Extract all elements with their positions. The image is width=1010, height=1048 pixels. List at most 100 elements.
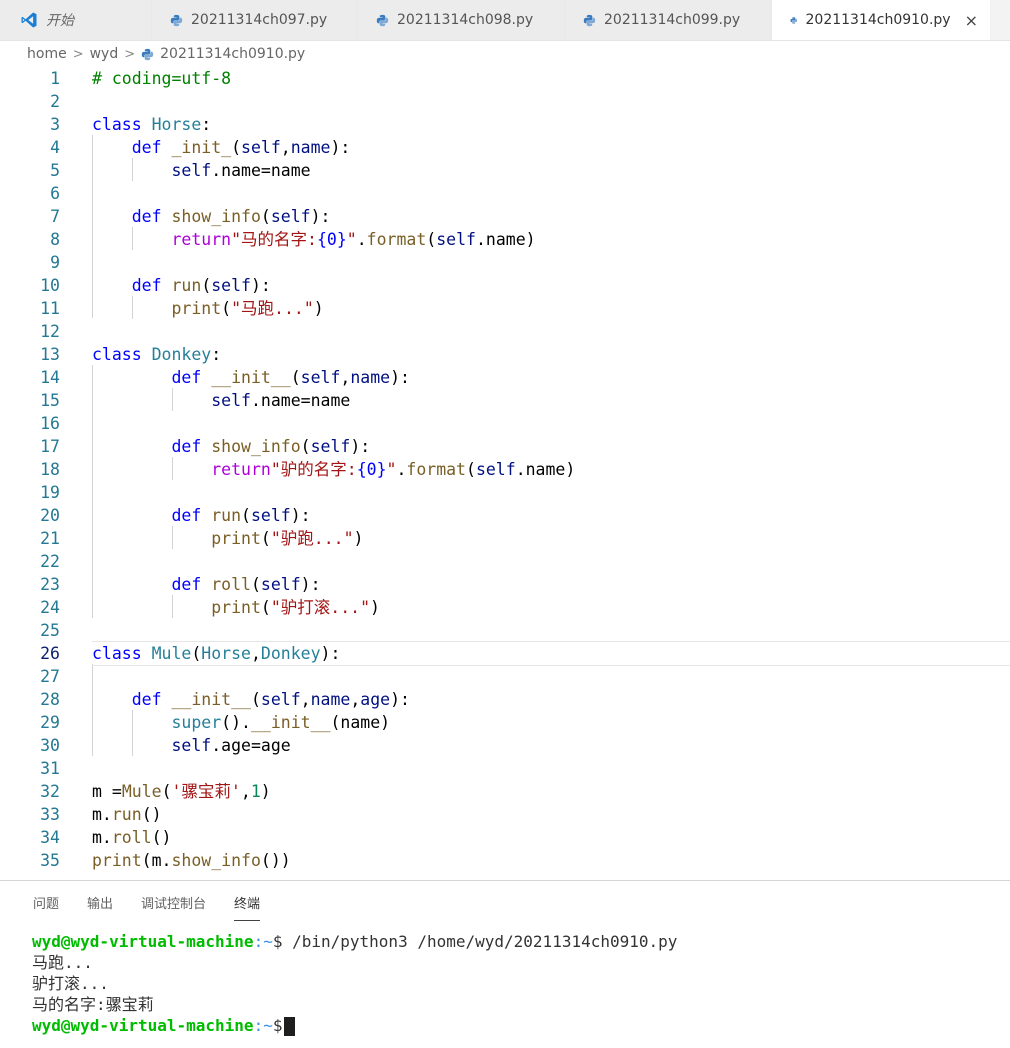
code-token: ) xyxy=(353,529,364,548)
panel-tab-problems[interactable]: 问题 xyxy=(33,893,59,921)
code-token: self xyxy=(260,690,301,709)
code-line[interactable]: 13 class Donkey: xyxy=(0,343,1010,366)
breadcrumb-item-wyd[interactable]: wyd xyxy=(90,46,119,62)
panel-tab-debug-console[interactable]: 调试控制台 xyxy=(141,893,206,921)
code-token: ( xyxy=(260,207,271,226)
code-text: return"驴的名字:{0}".format(self.name) xyxy=(92,458,575,481)
line-number[interactable]: 13 xyxy=(0,343,60,366)
code-line[interactable]: 9 xyxy=(0,251,1010,274)
tab-label: 20211314ch0910.py xyxy=(805,12,951,28)
tab-label: 20211314ch099.py xyxy=(604,12,741,28)
tab-file-0910[interactable]: 20211314ch0910.py × xyxy=(772,0,990,40)
code-token: (). xyxy=(221,713,251,732)
line-number[interactable]: 15 xyxy=(0,389,60,412)
line-number[interactable]: 29 xyxy=(0,711,60,734)
line-number[interactable]: 35 xyxy=(0,849,60,872)
line-number[interactable]: 20 xyxy=(0,504,60,527)
code-line[interactable]: 12 xyxy=(0,320,1010,343)
code-line[interactable]: 29 super().__init__(name) xyxy=(0,711,1010,734)
code-line[interactable]: 27 xyxy=(0,665,1010,688)
code-line[interactable]: 30 self.age=age xyxy=(0,734,1010,757)
code-line[interactable]: 22 xyxy=(0,550,1010,573)
code-line[interactable]: 2 xyxy=(0,90,1010,113)
code-line[interactable]: 3 class Horse: xyxy=(0,113,1010,136)
code-line[interactable]: 24 print("驴打滚...") xyxy=(0,596,1010,619)
line-number[interactable]: 25 xyxy=(0,619,60,642)
line-number[interactable]: 7 xyxy=(0,205,60,228)
code-token: ): xyxy=(390,368,410,387)
line-number[interactable]: 14 xyxy=(0,366,60,389)
line-number[interactable]: 2 xyxy=(0,90,60,113)
code-line[interactable]: 32 m =Mule('骡宝莉',1) xyxy=(0,780,1010,803)
line-number[interactable]: 10 xyxy=(0,274,60,297)
line-number[interactable]: 23 xyxy=(0,573,60,596)
code-line[interactable]: 17 def show_info(self): xyxy=(0,435,1010,458)
line-number[interactable]: 21 xyxy=(0,527,60,550)
code-line[interactable]: 35 print(m.show_info()) xyxy=(0,849,1010,872)
line-number[interactable]: 34 xyxy=(0,826,60,849)
line-number[interactable]: 8 xyxy=(0,228,60,251)
code-line[interactable]: 1 # coding=utf-8 xyxy=(0,67,1010,90)
line-number[interactable]: 5 xyxy=(0,159,60,182)
line-number[interactable]: 6 xyxy=(0,182,60,205)
line-number[interactable]: 24 xyxy=(0,596,60,619)
code-line[interactable]: 10 def run(self): xyxy=(0,274,1010,297)
code-token: return xyxy=(211,460,271,479)
code-line[interactable]: 33 m.run() xyxy=(0,803,1010,826)
tab-file-098[interactable]: 20211314ch098.py xyxy=(358,0,565,40)
breadcrumb-item-home[interactable]: home xyxy=(27,46,67,62)
tab-file-099[interactable]: 20211314ch099.py xyxy=(565,0,772,40)
line-number[interactable]: 17 xyxy=(0,435,60,458)
code-line[interactable]: 4 def _init_(self,name): xyxy=(0,136,1010,159)
line-number[interactable]: 26 xyxy=(0,642,60,665)
code-line[interactable]: 25 xyxy=(0,619,1010,642)
code-line[interactable]: 18 return"驴的名字:{0}".format(self.name) xyxy=(0,458,1010,481)
line-number[interactable]: 3 xyxy=(0,113,60,136)
code-token: __init__ xyxy=(250,713,331,732)
panel-tab-output[interactable]: 输出 xyxy=(87,893,113,921)
code-token: .name=name xyxy=(211,161,311,180)
line-number[interactable]: 33 xyxy=(0,803,60,826)
line-number[interactable]: 11 xyxy=(0,297,60,320)
line-number[interactable]: 22 xyxy=(0,550,60,573)
line-number[interactable]: 9 xyxy=(0,251,60,274)
code-line[interactable]: 26 class Mule(Horse,Donkey): xyxy=(0,641,1010,666)
line-number[interactable]: 18 xyxy=(0,458,60,481)
code-line[interactable]: 7 def show_info(self): xyxy=(0,205,1010,228)
terminal-prompt-line[interactable]: wyd@wyd-virtual-machine:~$ xyxy=(32,1015,677,1036)
code-line[interactable]: 8 return"马的名字:{0}".format(self.name) xyxy=(0,228,1010,251)
code-token: '骡宝莉' xyxy=(171,782,241,801)
code-line[interactable]: 14 def __init__(self,name): xyxy=(0,366,1010,389)
terminal[interactable]: wyd@wyd-virtual-machine:~$ /bin/python3 … xyxy=(32,931,677,1036)
code-line[interactable]: 11 print("马跑...") xyxy=(0,297,1010,320)
breadcrumb-item-file[interactable]: 20211314ch0910.py xyxy=(160,46,305,62)
code-line[interactable]: 34 m.roll() xyxy=(0,826,1010,849)
code-line[interactable]: 31 xyxy=(0,757,1010,780)
code-editor[interactable]: 1 # coding=utf-8 2 3 class Horse: 4 def _init… xyxy=(0,66,1010,878)
line-number[interactable]: 4 xyxy=(0,136,60,159)
line-number[interactable]: 32 xyxy=(0,780,60,803)
panel-tab-terminal[interactable]: 终端 xyxy=(234,893,261,921)
tab-file-097[interactable]: 20211314ch097.py xyxy=(152,0,358,40)
line-number[interactable]: 1 xyxy=(0,67,60,90)
line-number[interactable]: 27 xyxy=(0,665,60,688)
code-line[interactable]: 16 xyxy=(0,412,1010,435)
line-number[interactable]: 19 xyxy=(0,481,60,504)
prompt-user: wyd@wyd-virtual-machine xyxy=(32,1016,254,1035)
code-line[interactable]: 21 print("驴跑...") xyxy=(0,527,1010,550)
line-number[interactable]: 31 xyxy=(0,757,60,780)
line-number[interactable]: 28 xyxy=(0,688,60,711)
code-line[interactable]: 6 xyxy=(0,182,1010,205)
code-line[interactable]: 15 self.name=name xyxy=(0,389,1010,412)
code-line[interactable]: 23 def roll(self): xyxy=(0,573,1010,596)
code-line[interactable]: 28 def __init__(self,name,age): xyxy=(0,688,1010,711)
line-number[interactable]: 30 xyxy=(0,734,60,757)
line-number[interactable]: 12 xyxy=(0,320,60,343)
code-line[interactable]: 20 def run(self): xyxy=(0,504,1010,527)
tab-welcome[interactable]: 开始 xyxy=(0,0,152,40)
code-line[interactable]: 19 xyxy=(0,481,1010,504)
close-icon[interactable]: × xyxy=(965,11,978,30)
code-line[interactable]: 5 self.name=name xyxy=(0,159,1010,182)
line-number[interactable]: 16 xyxy=(0,412,60,435)
